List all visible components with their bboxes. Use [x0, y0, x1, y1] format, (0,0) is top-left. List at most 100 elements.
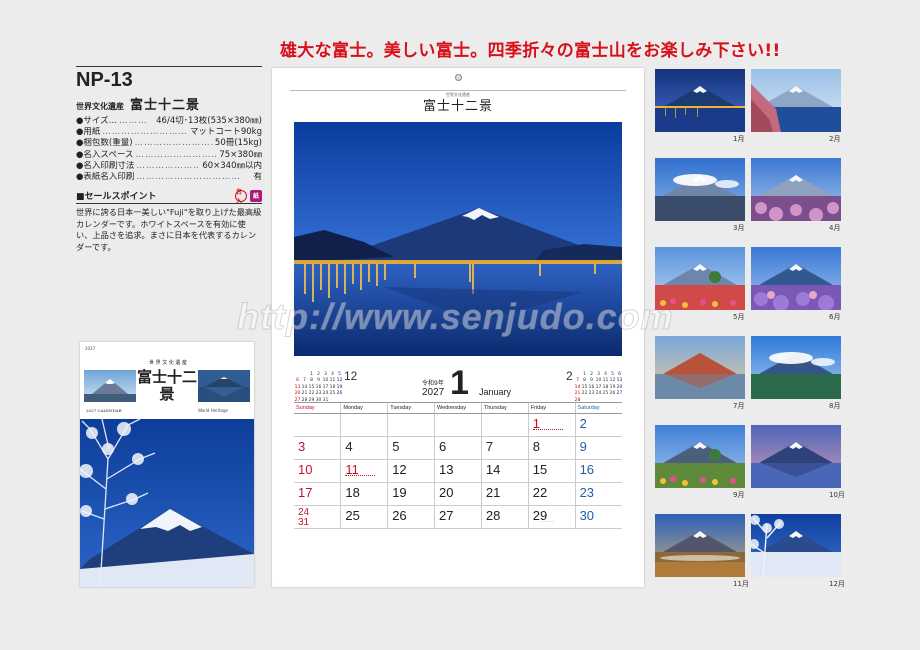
weekday-header: Monday — [340, 403, 389, 414]
spec-label: ●名入スペース — [76, 149, 134, 160]
cover-thumb-left — [84, 370, 136, 402]
day-cell: 25 — [340, 505, 389, 530]
mini-day: 27 — [616, 391, 623, 397]
day-cell — [387, 413, 436, 437]
subtitle-small: 世界文化遺産 — [76, 102, 124, 111]
day-cell: 9 — [575, 436, 622, 460]
spec-label: ●表紙名入印刷 — [76, 172, 135, 183]
spec-label: ●用紙 — [76, 127, 101, 138]
month-thumbnail-label: 4月 — [829, 224, 841, 232]
day-cell: 11 — [340, 459, 389, 484]
cover-year-mark: 2027 — [85, 346, 96, 351]
paper-badge-icon: 紙 — [250, 189, 262, 202]
day-cell: 20 — [434, 482, 482, 507]
day-cell — [294, 413, 342, 437]
month-thumbnail — [655, 425, 745, 488]
spec-row: ●梱包数(重量)……………………………50冊(15kg) — [76, 138, 262, 149]
calendar-title: 富士十二景 — [422, 99, 493, 114]
day-cell: 12 — [387, 459, 436, 484]
day-cell: 28 — [481, 505, 529, 530]
day-cell: 26 — [387, 505, 436, 530]
month-thumbnail — [751, 247, 841, 310]
next-month-number: 2 — [566, 369, 573, 383]
mini-day: 24 — [595, 391, 602, 397]
day-cell: 4 — [340, 436, 389, 460]
month-thumbnail-label: 9月 — [733, 491, 745, 499]
day-cell: 24 31 — [294, 505, 342, 530]
mini-day: 26 — [609, 391, 616, 397]
spec-label: ●名入印刷寸法 — [76, 160, 135, 171]
month-photo — [655, 336, 745, 399]
spec-dots: …………………………… — [134, 138, 213, 149]
day-cell — [340, 413, 389, 437]
month-number: 1 — [450, 364, 469, 402]
spec-value: マットコート90kg — [189, 127, 262, 138]
week-row: 12 — [294, 413, 622, 437]
prev-month-number: 12 — [344, 369, 358, 383]
holiday-line — [345, 474, 376, 476]
mini-day: 23 — [588, 391, 595, 397]
weekday-header: Friday — [528, 403, 576, 414]
hanging-hole — [455, 74, 462, 81]
spec-dots: …………………………… — [136, 172, 241, 183]
day-cell: 23 — [575, 482, 622, 507]
footer-note: ‥‥‥‥‥‥ — [540, 519, 555, 523]
day-cell: 14 — [481, 459, 529, 484]
week-row: 10 11 12 13 14 15 16 — [294, 459, 622, 484]
month-thumbnail — [751, 158, 841, 221]
badges: 名入 紙 — [235, 189, 262, 205]
spec-label: ●サイズ… — [76, 116, 118, 126]
spec-value: 60×340㎜以内 — [202, 160, 262, 171]
month-thumbnail-label: 2月 — [829, 135, 841, 143]
month-thumbnail-label: 11月 — [733, 580, 749, 588]
selling-point-header: ■セールスポイント 名入 紙 — [76, 189, 262, 205]
next-month-grid: 1 2 3 4 5 6 7 8 9 10 11 12 13 14 15 16 17 18 19 20 21 22 23 24 2… — [574, 372, 623, 404]
spec-row: ●表紙名入印刷…………………………… 有 — [76, 172, 262, 183]
day-cell: 15 — [528, 459, 576, 484]
name-print-badge-icon: 名入 — [235, 189, 247, 205]
watermark: http://www.senjudo.com — [237, 296, 674, 338]
day-cell: 1 — [528, 413, 576, 437]
weekday-header: Saturday — [575, 403, 622, 414]
product-code: NP-13 — [76, 69, 133, 91]
month-thumbnail — [655, 514, 745, 577]
month-thumbnail-label: 10月 — [829, 491, 845, 499]
page-number: · — [276, 580, 278, 584]
day-cell: 29 — [528, 505, 576, 530]
month-photo — [655, 69, 745, 132]
month-photo — [751, 158, 841, 221]
month-photo — [751, 247, 841, 310]
month-photo — [655, 247, 745, 310]
spec-dots: …………………………… — [135, 149, 217, 160]
divider — [76, 66, 262, 67]
spec-row: ●名入印刷寸法……………………………60×340㎜以内 — [76, 161, 262, 172]
week-row: 17 18 19 20 21 22 23 — [294, 482, 622, 507]
month-thumbnail — [751, 425, 841, 488]
month-photo — [655, 514, 745, 577]
day-cell: 8 — [528, 436, 576, 460]
cover-title-small: 世 界 文 化 遺 産 — [149, 360, 187, 366]
product-info: NP-13 世界文化遺産 富士十二景 ●サイズ………… 46/4切･13枚(535… — [76, 66, 262, 253]
month-photo — [655, 425, 745, 488]
day-cell: 13 — [434, 459, 482, 484]
month-thumbnail — [655, 158, 745, 221]
month-english: January — [479, 387, 512, 397]
weekday-header: Wednesday — [434, 403, 482, 414]
spec-label: ●梱包数(重量) — [76, 138, 133, 149]
holiday-line — [532, 428, 563, 430]
day-cell: 22 — [528, 482, 576, 507]
day-cell: 30 — [575, 505, 622, 530]
weekday-header: Tuesday — [387, 403, 436, 414]
era-label: 令和9年 — [422, 380, 444, 387]
week-row: 3456789 — [294, 436, 622, 460]
cover-caption-left: 2027 CALENDAR — [86, 408, 122, 413]
product-subtitle: 世界文化遺産 富士十二景 — [76, 94, 262, 113]
spec-value: 46/4切･13枚(535×380㎜) — [156, 116, 262, 126]
month-thumbnail — [655, 247, 745, 310]
month-thumbnail-label: 6月 — [829, 313, 841, 321]
spec-dots: …………………………… — [102, 127, 188, 138]
day-cell: 5 — [387, 436, 436, 460]
weekday-header: Thursday — [481, 403, 529, 414]
month-photo — [655, 158, 745, 221]
month-thumbnail-label: 3月 — [733, 224, 745, 232]
